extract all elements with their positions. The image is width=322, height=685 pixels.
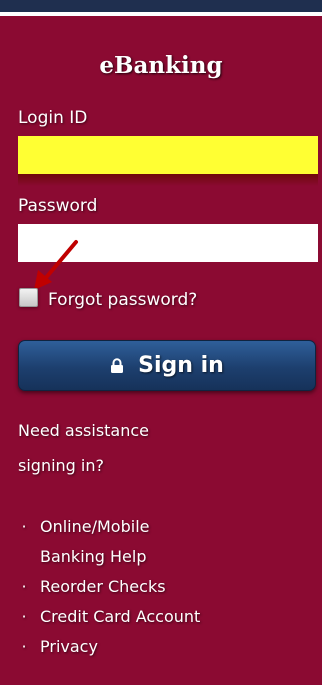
link-credit-card-account[interactable]: · Credit Card Account [18,602,318,632]
link-online-mobile-banking-help[interactable]: · Online/Mobile Banking Help [18,512,318,572]
ebanking-panel: eBanking Login ID Password Forgot passwo… [0,0,322,685]
link-reorder-checks[interactable]: · Reorder Checks [18,572,318,602]
assistance-text-line-1: Need assistance [18,421,150,440]
bullet: · [21,577,27,596]
link-label: Credit Card Account [40,607,201,626]
forgot-password-link[interactable]: Forgot password? [48,290,197,310]
sign-in-button[interactable]: Sign in [18,340,316,391]
link-label: Online/Mobile [40,517,150,536]
panel-title: eBanking [99,52,223,79]
link-label: Banking Help [40,547,147,566]
bullet: · [21,517,27,536]
top-bar [0,0,322,12]
bullet: · [21,637,27,656]
input-shadow [18,174,318,186]
forgot-password-checkbox[interactable] [19,288,38,307]
bullet: · [21,607,27,626]
top-divider [0,12,322,16]
link-privacy[interactable]: · Privacy [18,632,318,662]
password-label: Password [18,196,98,216]
assistance-text-line-2: signing in? [18,456,104,475]
lock-icon [111,357,124,373]
sign-in-label: Sign in [138,353,224,378]
help-links-list: · Online/Mobile Banking Help · Reorder C… [18,512,318,662]
link-label: Privacy [40,637,98,656]
link-label: Reorder Checks [40,577,166,596]
login-id-label: Login ID [18,108,88,128]
login-id-input[interactable] [18,136,318,174]
red-arrow-annotation-icon [34,240,78,290]
